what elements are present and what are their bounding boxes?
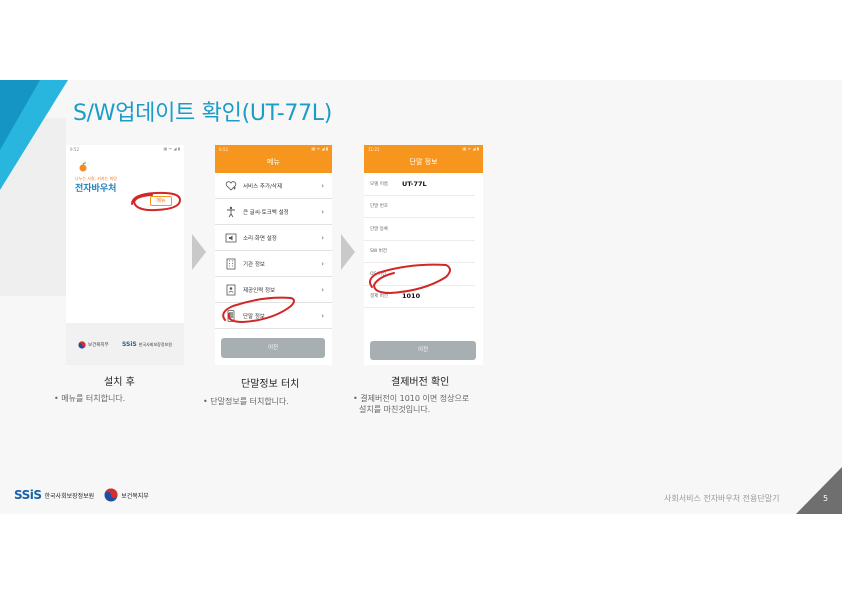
menu-item-label: 큰 글씨·토크백 설정 bbox=[243, 209, 289, 216]
chevron-right-icon: › bbox=[321, 286, 324, 294]
caption-text-step3-line2: 설치를 마친것입니다. bbox=[359, 405, 431, 414]
info-row-registration: 단말 등록 bbox=[364, 218, 475, 241]
menu-item-label: 소리·화면 설정 bbox=[243, 235, 277, 242]
info-key: 모델 이름 bbox=[370, 181, 388, 187]
menu-item-label: 제공인력 정보 bbox=[243, 287, 276, 294]
status-time: 11:21 bbox=[368, 146, 380, 152]
status-icons: ▦ ᯤ ◢ ▮ bbox=[311, 146, 328, 151]
device-info-header-title: 단말 정보 bbox=[409, 158, 438, 166]
menu-item-provider[interactable]: 제공인력 정보 › bbox=[215, 277, 332, 303]
info-key: 단말 등록 bbox=[370, 226, 388, 232]
menu-item-label: 단말 정보 bbox=[243, 313, 265, 320]
app-logo-icon bbox=[79, 162, 87, 172]
ssis-logo-mark: SSiS bbox=[14, 488, 42, 502]
caption-title-step1: 설치 후 bbox=[104, 377, 135, 388]
menu-item-sound-screen[interactable]: 소리·화면 설정 › bbox=[215, 225, 332, 251]
status-bar: 11:21 ▦ ᯤ ◢ ▮ bbox=[364, 145, 483, 153]
info-row-sw-version: SW 버전 bbox=[364, 241, 475, 263]
info-row-payment-version: 결제 버전 1010 bbox=[364, 286, 475, 308]
phone-screen-home: 9:52 ▦ ᯤ ◢ ▮ 나누는 사랑, 커지는 희망 전자바우처 메뉴 보건복… bbox=[66, 145, 184, 365]
menu-item-accessibility[interactable]: 큰 글씨·토크백 설정 › bbox=[215, 199, 332, 225]
footer-mohw-logo: 보건복지부 bbox=[78, 341, 109, 349]
caption-title-step2: 단말정보 터치 bbox=[241, 379, 300, 390]
info-key: OS 버전 bbox=[370, 271, 387, 277]
info-row-model: 모델 이름 UT-77L bbox=[364, 173, 475, 196]
ssis-logo-org: 한국사회보장정보원 bbox=[44, 492, 95, 500]
menu-header-title: 메뉴 bbox=[267, 158, 280, 166]
caption-text-step1: • 메뉴를 터치합니다. bbox=[54, 394, 126, 403]
info-row-os-version: OS 버전 bbox=[364, 263, 475, 286]
corner-accent-triangle bbox=[0, 80, 68, 190]
speaker-screen-icon bbox=[225, 233, 237, 242]
person-doc-icon bbox=[226, 284, 236, 295]
accessibility-icon bbox=[227, 206, 235, 217]
ssis-logo: SSiS 한국사회보장정보원 bbox=[14, 488, 94, 502]
ssis-org-label: 한국사회보장정보원 bbox=[138, 341, 172, 347]
menu-button[interactable]: 메뉴 bbox=[150, 196, 172, 206]
info-value: UT-77L bbox=[402, 179, 427, 188]
status-bar: 9:52 ▦ ᯤ ◢ ▮ bbox=[66, 145, 184, 153]
menu-header: 9:52 ▦ ᯤ ◢ ▮ 메뉴 bbox=[215, 145, 332, 173]
chevron-right-icon: › bbox=[321, 182, 324, 190]
app-name: 전자바우처 bbox=[75, 184, 117, 194]
caption-text-step3: • 결제버전이 1010 이면 정상으로 bbox=[353, 394, 470, 403]
prev-button[interactable]: 이전 bbox=[221, 338, 325, 358]
page-number: 5 bbox=[823, 494, 829, 503]
info-row-device-number: 단말 번호 bbox=[364, 196, 475, 218]
footer-mohw-label: 보건복지부 bbox=[88, 343, 109, 348]
mohw-logo-label: 보건복지부 bbox=[121, 492, 149, 500]
status-icons: ▦ ᯤ ◢ ▮ bbox=[163, 146, 180, 151]
footer-ssis-logo: SSiS 한국사회보장정보원 bbox=[122, 341, 172, 348]
device-info-list: 모델 이름 UT-77L 단말 번호 단말 등록 SW 버전 OS 버전 결제 … bbox=[364, 173, 483, 308]
ssis-mark: SSiS bbox=[122, 341, 137, 348]
step-arrow-1 bbox=[192, 234, 206, 270]
footer-text: 사회서비스 전자바우처 전용단말기 bbox=[664, 494, 780, 503]
slide-title: S/W업데이트 확인(UT-77L) bbox=[73, 101, 333, 126]
taegeuk-icon bbox=[78, 341, 86, 349]
chevron-right-icon: › bbox=[321, 260, 324, 268]
prev-button[interactable]: 이전 bbox=[370, 341, 476, 360]
chevron-right-icon: › bbox=[321, 208, 324, 216]
home-footer: 보건복지부 SSiS 한국사회보장정보원 bbox=[66, 323, 184, 365]
info-key: 결제 버전 bbox=[370, 294, 388, 300]
building-icon bbox=[226, 258, 236, 269]
phone-screen-menu: 9:52 ▦ ᯤ ◢ ▮ 메뉴 서비스 추가/삭제 › 큰 글씨·토크백 설정 … bbox=[215, 145, 332, 365]
phone-screen-device-info: 11:21 ▦ ᯤ ◢ ▮ 단말 정보 모델 이름 UT-77L 단말 번호 단… bbox=[364, 145, 483, 365]
page-number-triangle bbox=[796, 467, 842, 514]
heart-plus-icon bbox=[225, 180, 237, 191]
info-value: 1010 bbox=[402, 292, 421, 301]
chevron-right-icon: › bbox=[321, 312, 324, 320]
status-time: 9:52 bbox=[70, 146, 79, 152]
menu-item-label: 서비스 추가/삭제 bbox=[243, 183, 283, 190]
mohw-logo: 보건복지부 bbox=[104, 488, 149, 502]
menu-item-label: 기관 정보 bbox=[243, 261, 265, 268]
status-icons: ▦ ᯤ ◢ ▮ bbox=[462, 146, 479, 151]
caption-text-step2: • 단말정보를 터치합니다. bbox=[203, 397, 289, 406]
status-time: 9:52 bbox=[219, 146, 228, 152]
menu-item-service[interactable]: 서비스 추가/삭제 › bbox=[215, 173, 332, 199]
caption-title-step3: 결제버전 확인 bbox=[391, 377, 450, 388]
menu-list: 서비스 추가/삭제 › 큰 글씨·토크백 설정 › 소리·화면 설정 › 기관 … bbox=[215, 173, 332, 329]
device-info-header: 11:21 ▦ ᯤ ◢ ▮ 단말 정보 bbox=[364, 145, 483, 173]
status-bar: 9:52 ▦ ᯤ ◢ ▮ bbox=[215, 145, 332, 153]
chevron-right-icon: › bbox=[321, 234, 324, 242]
info-key: 단말 번호 bbox=[370, 204, 388, 210]
menu-item-institution[interactable]: 기관 정보 › bbox=[215, 251, 332, 277]
menu-item-device-info[interactable]: 단말 정보 › bbox=[215, 303, 332, 329]
slide: S/W업데이트 확인(UT-77L) 9:52 ▦ ᯤ ◢ ▮ 나누는 사랑, … bbox=[0, 0, 842, 595]
info-key: SW 버전 bbox=[370, 249, 388, 255]
step-arrow-2 bbox=[341, 234, 355, 270]
taegeuk-icon bbox=[104, 488, 118, 502]
device-icon bbox=[227, 309, 235, 322]
footer-logos: SSiS 한국사회보장정보원 보건복지부 bbox=[14, 488, 149, 502]
